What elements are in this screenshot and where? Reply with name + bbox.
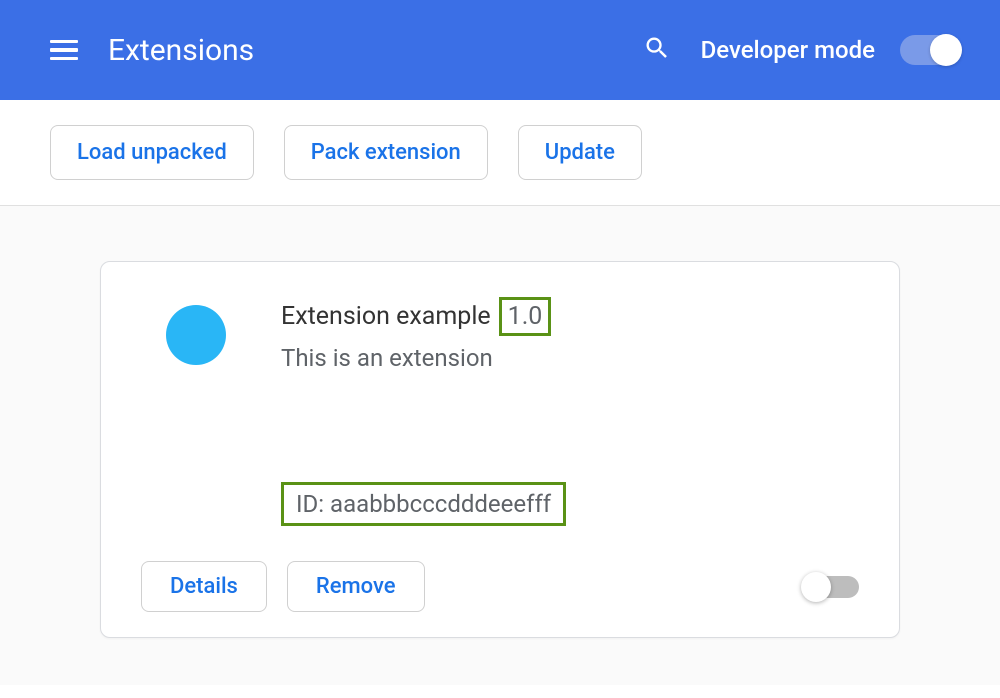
search-icon[interactable] [643, 34, 671, 66]
details-button[interactable]: Details [141, 561, 267, 612]
extension-id-highlight: ID: aaabbbcccdddeeefff [281, 482, 566, 526]
extension-id-row: ID: aaabbbcccdddeeefff [141, 482, 859, 526]
toggle-knob-icon [930, 34, 962, 66]
card-actions: Details Remove [141, 561, 859, 612]
extension-name: Extension example [281, 302, 491, 331]
developer-mode-label: Developer mode [701, 36, 875, 64]
extension-icon [166, 305, 226, 365]
extension-description: This is an extension [281, 344, 859, 372]
pack-extension-button[interactable]: Pack extension [284, 125, 488, 180]
header-bar: Extensions Developer mode [0, 0, 1000, 100]
hamburger-menu-icon[interactable] [50, 40, 78, 61]
load-unpacked-button[interactable]: Load unpacked [50, 125, 254, 180]
update-button[interactable]: Update [518, 125, 642, 180]
extension-title-row: Extension example 1.0 [281, 297, 859, 336]
page-title: Extensions [108, 33, 643, 68]
extension-info: Extension example 1.0 This is an extensi… [281, 297, 859, 372]
developer-mode-toggle[interactable] [900, 35, 960, 65]
extension-id: ID: aaabbbcccdddeeefff [296, 490, 551, 518]
toggle-knob-icon [801, 572, 831, 602]
card-top-section: Extension example 1.0 This is an extensi… [141, 297, 859, 372]
extension-enable-toggle[interactable] [804, 576, 859, 598]
remove-button[interactable]: Remove [287, 561, 425, 612]
extension-card: Extension example 1.0 This is an extensi… [100, 261, 900, 638]
extension-version: 1.0 [508, 302, 543, 331]
extension-version-highlight: 1.0 [499, 297, 552, 336]
extensions-content: Extension example 1.0 This is an extensi… [0, 206, 1000, 685]
developer-toolbar: Load unpacked Pack extension Update [0, 100, 1000, 206]
